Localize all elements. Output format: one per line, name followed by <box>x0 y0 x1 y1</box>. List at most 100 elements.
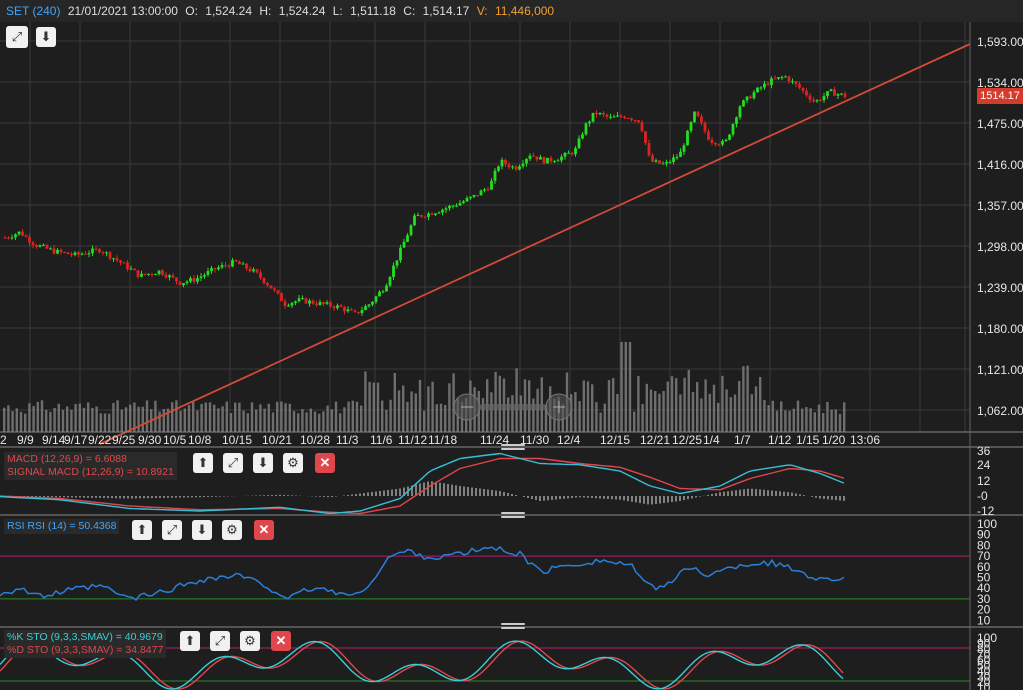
expand-button[interactable]: ⤢ <box>6 26 28 48</box>
rsi-move-up-button[interactable]: ⬆ <box>132 520 152 540</box>
date-tick-label: 9/25 <box>112 433 136 447</box>
candle-body <box>808 95 812 100</box>
candle-body <box>255 269 259 273</box>
candle-body <box>724 139 728 142</box>
volume-bar <box>234 402 237 432</box>
candle-body <box>161 270 164 275</box>
candle-body <box>80 253 84 255</box>
grid-lines <box>0 22 970 432</box>
macd-move-up-button[interactable]: ⬆ <box>193 453 213 473</box>
volume-bar <box>318 413 321 432</box>
candle-body <box>654 160 658 162</box>
candle-body <box>199 276 203 279</box>
macd-close-button[interactable]: ✕ <box>315 453 335 473</box>
rsi-expand-button[interactable]: ⤢ <box>162 520 182 540</box>
volume-bar <box>238 402 241 432</box>
macd-tick-label: -12 <box>977 504 995 518</box>
candle-body <box>612 116 616 118</box>
volume-bar <box>204 402 207 432</box>
date-tick-label: 10/28 <box>300 433 330 447</box>
candle-body <box>210 268 213 271</box>
volume-bar <box>120 409 123 432</box>
volume-bar <box>532 398 535 432</box>
candle-body <box>682 145 686 152</box>
rsi-settings-button[interactable]: ⚙ <box>222 520 242 540</box>
volume-bar <box>74 404 77 432</box>
volume-bar <box>66 406 69 432</box>
volume-bar <box>654 391 657 432</box>
volume-bar <box>435 404 438 432</box>
volume-bar <box>229 412 233 432</box>
macd-expand-button[interactable]: ⤢ <box>223 453 243 473</box>
volume-bar <box>771 400 774 432</box>
rsi-close-button[interactable]: ✕ <box>254 520 274 540</box>
volume-bar <box>490 392 493 432</box>
candle-body <box>843 93 847 98</box>
date-tick-label: 1/7 <box>734 433 751 447</box>
volume-bar <box>364 371 367 432</box>
candle-body <box>227 265 231 267</box>
volume-bar <box>801 408 804 432</box>
candle-body <box>763 83 766 88</box>
volume-bar <box>519 395 522 432</box>
volume-bar <box>696 382 699 432</box>
volume-bar <box>612 378 615 432</box>
candle-body <box>325 302 329 304</box>
volume-bar <box>221 406 224 432</box>
sto-close-button[interactable]: ✕ <box>271 631 291 651</box>
arrow-up-icon: ⬆ <box>197 455 209 470</box>
candle-body <box>794 81 798 85</box>
date-tick-label: 11/18 <box>428 433 457 447</box>
volume-bar <box>822 413 825 432</box>
candle-body <box>31 242 35 246</box>
expand-icon: ⤢ <box>11 29 23 44</box>
candle-body <box>766 83 770 85</box>
rsi-move-down-button[interactable]: ⬇ <box>192 520 212 540</box>
volume-bar <box>406 401 409 432</box>
candle-body <box>192 278 196 282</box>
volume-bar <box>439 403 443 432</box>
candle-body <box>434 213 437 215</box>
collapse-button[interactable]: ⬇ <box>36 27 56 47</box>
candle-body <box>175 277 178 282</box>
volume-bar <box>536 388 539 432</box>
candle-body <box>787 76 791 82</box>
volume-bar <box>754 386 758 432</box>
candle-body <box>745 96 749 101</box>
candle-body <box>322 302 325 304</box>
volume-bar <box>448 383 451 432</box>
macd-move-down-button[interactable]: ⬇ <box>253 453 273 473</box>
sto-expand-button[interactable]: ⤢ <box>210 631 230 651</box>
volume-bar <box>750 394 753 432</box>
candle-body <box>549 157 553 162</box>
candle-body <box>87 253 91 255</box>
volume-bar <box>11 411 14 432</box>
candle-body <box>462 201 465 204</box>
candle-body <box>630 118 633 121</box>
stock-chart-canvas[interactable]: 362412-0-12 100908070605040302010 100908… <box>0 0 1023 690</box>
volume-bar <box>53 407 56 432</box>
gear-icon: ⚙ <box>287 455 299 470</box>
sto-settings-button[interactable]: ⚙ <box>240 631 260 651</box>
candle-body <box>318 302 322 305</box>
volume-bar <box>271 412 275 432</box>
sto-move-up-button[interactable]: ⬆ <box>180 631 200 651</box>
volume-bar <box>112 402 115 432</box>
candle-body <box>38 245 42 247</box>
volume-bar <box>494 371 497 432</box>
price-tick-label: 1,062.00 <box>977 404 1023 418</box>
macd-settings-button[interactable]: ⚙ <box>283 453 303 473</box>
date-tick-label: 12/15 <box>600 433 630 447</box>
volume-bar <box>759 376 762 432</box>
candle-body <box>812 99 815 102</box>
volume-bar <box>141 406 144 432</box>
candle-body <box>182 283 185 286</box>
volume-bar <box>263 408 266 432</box>
candle-body <box>798 84 801 88</box>
candle-body <box>339 305 343 308</box>
candle-body <box>388 277 392 286</box>
candle-body <box>647 143 651 156</box>
volume-bar <box>481 398 485 432</box>
date-axis: 2 9/9 9/149/17 9/22 9/25 9/30 10/5 10/8 10/15 10/… <box>0 433 880 447</box>
volume-bar <box>809 408 812 432</box>
